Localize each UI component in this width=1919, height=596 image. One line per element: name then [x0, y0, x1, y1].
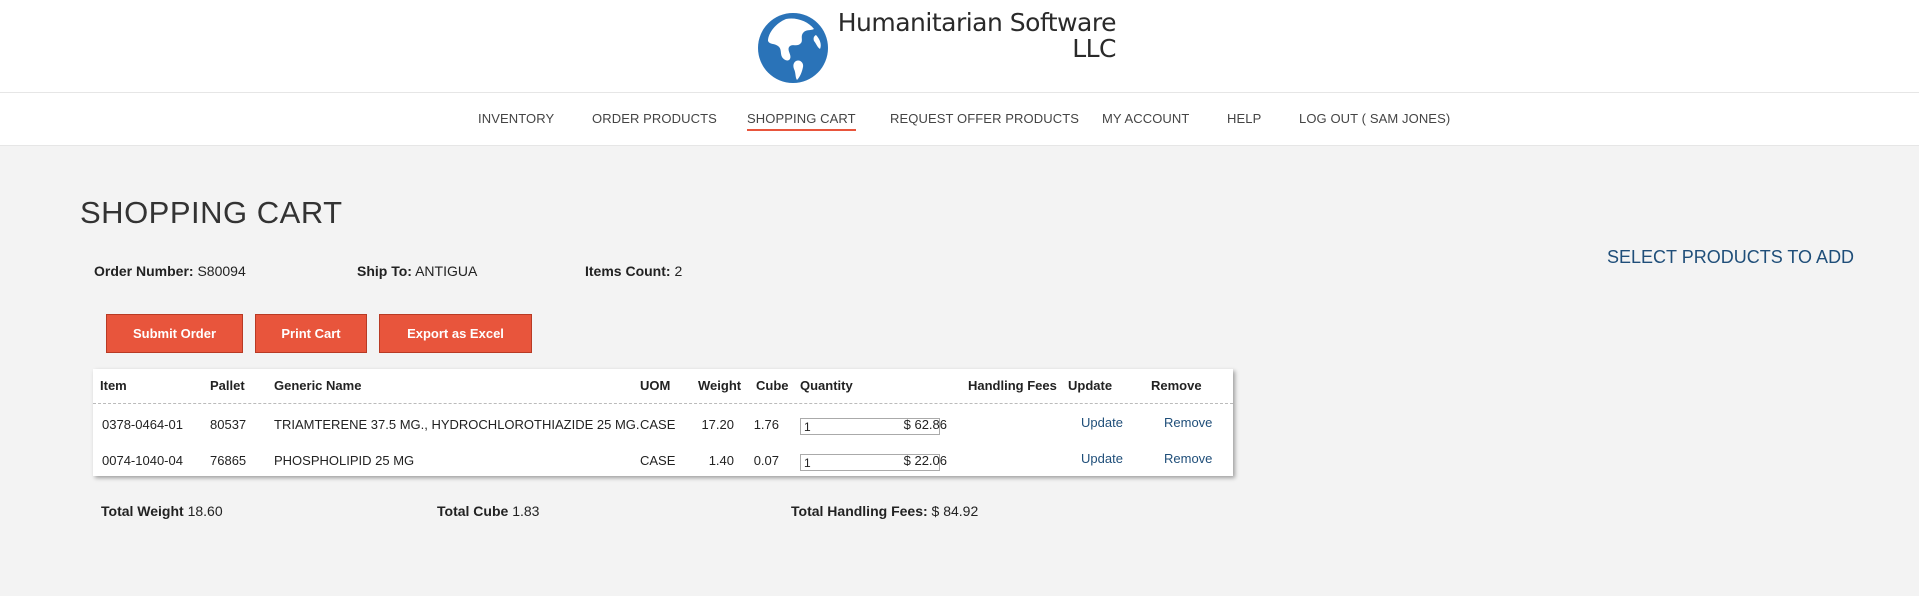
col-header-update: Update	[1068, 378, 1113, 393]
nav-shopping-cart[interactable]: SHOPPING CART	[747, 111, 856, 131]
total-weight-label: Total Weight	[101, 503, 184, 519]
total-cube: Total Cube 1.83	[437, 503, 539, 519]
select-products-link[interactable]: SELECT PRODUCTS TO ADD	[1607, 247, 1854, 268]
order-number-value: S80094	[197, 263, 246, 279]
cell-uom: CASE	[640, 453, 676, 468]
total-handling-fees: Total Handling Fees: $ 84.92	[791, 503, 978, 519]
brand-name: Humanitarian Software LLC	[794, 8, 1117, 63]
col-header-quantity: Quantity	[800, 378, 853, 393]
items-count-label: Items Count:	[585, 263, 671, 279]
ship-to: Ship To: ANTIGUA	[357, 263, 477, 279]
total-handling-fees-label: Total Handling Fees:	[791, 503, 928, 519]
cell-weight: 1.40	[708, 453, 734, 468]
total-weight: Total Weight 18.60	[101, 503, 223, 519]
main-nav: INVENTORY ORDER PRODUCTS SHOPPING CART R…	[0, 92, 1919, 146]
export-excel-button[interactable]: Export as Excel	[379, 314, 532, 353]
page-title: SHOPPING CART	[80, 195, 343, 230]
total-cube-label: Total Cube	[437, 503, 509, 519]
brand-logo[interactable]: Humanitarian Software LLC	[756, 8, 1117, 84]
nav-help[interactable]: HELP	[1227, 111, 1261, 126]
total-weight-value: 18.60	[187, 503, 223, 519]
order-number: Order Number: S80094	[94, 263, 246, 279]
nav-inventory[interactable]: INVENTORY	[478, 111, 554, 126]
cell-generic-name: TRIAMTERENE 37.5 MG., HYDROCHLOROTHIAZID…	[274, 417, 640, 432]
print-cart-button[interactable]: Print Cart	[255, 314, 367, 353]
site-header: Humanitarian Software LLC	[0, 0, 1919, 92]
cell-handling-fees: $ 62.86	[903, 417, 947, 432]
remove-link[interactable]: Remove	[1164, 415, 1212, 430]
ship-to-value: ANTIGUA	[415, 263, 478, 279]
col-header-generic-name: Generic Name	[274, 378, 362, 393]
col-header-remove: Remove	[1151, 378, 1202, 393]
total-cube-value: 1.83	[512, 503, 540, 519]
nav-order-products[interactable]: ORDER PRODUCTS	[592, 111, 717, 126]
items-count: Items Count: 2	[585, 263, 682, 279]
nav-request-offer-products[interactable]: REQUEST OFFER PRODUCTS	[890, 111, 1079, 126]
cell-uom: CASE	[640, 417, 676, 432]
cart-table: Item Pallet Generic Name UOM Weight Cube…	[93, 369, 1233, 476]
cell-weight: 17.20	[701, 417, 734, 432]
cell-cube: 1.76	[753, 417, 779, 432]
nav-my-account[interactable]: MY ACCOUNT	[1102, 111, 1189, 126]
cell-pallet: 76865	[210, 453, 247, 468]
cell-item: 0074-1040-04	[102, 453, 183, 468]
col-header-handling-fees: Handling Fees	[968, 378, 1057, 393]
update-link[interactable]: Update	[1081, 415, 1123, 430]
submit-order-button[interactable]: Submit Order	[106, 314, 243, 353]
update-link[interactable]: Update	[1081, 451, 1123, 466]
nav-log-out[interactable]: LOG OUT ( SAM JONES)	[1299, 111, 1450, 126]
brand-name-line2: LLC	[1072, 34, 1116, 63]
col-header-weight: Weight	[698, 378, 742, 393]
col-header-pallet: Pallet	[210, 378, 245, 393]
col-header-cube: Cube	[756, 378, 789, 393]
brand-name-line1: Humanitarian Software	[837, 8, 1117, 37]
col-header-uom: UOM	[640, 378, 671, 393]
cell-handling-fees: $ 22.06	[903, 453, 947, 468]
cell-cube: 0.07	[753, 453, 779, 468]
remove-link[interactable]: Remove	[1164, 451, 1212, 466]
total-handling-fees-value: $ 84.92	[931, 503, 979, 519]
ship-to-label: Ship To:	[357, 263, 412, 279]
header-divider	[93, 403, 1233, 404]
order-number-label: Order Number:	[94, 263, 194, 279]
items-count-value: 2	[674, 263, 683, 279]
col-header-item: Item	[100, 378, 127, 393]
cell-pallet: 80537	[210, 417, 247, 432]
cell-item: 0378-0464-01	[102, 417, 183, 432]
cell-generic-name: PHOSPHOLIPID 25 MG	[274, 453, 415, 468]
